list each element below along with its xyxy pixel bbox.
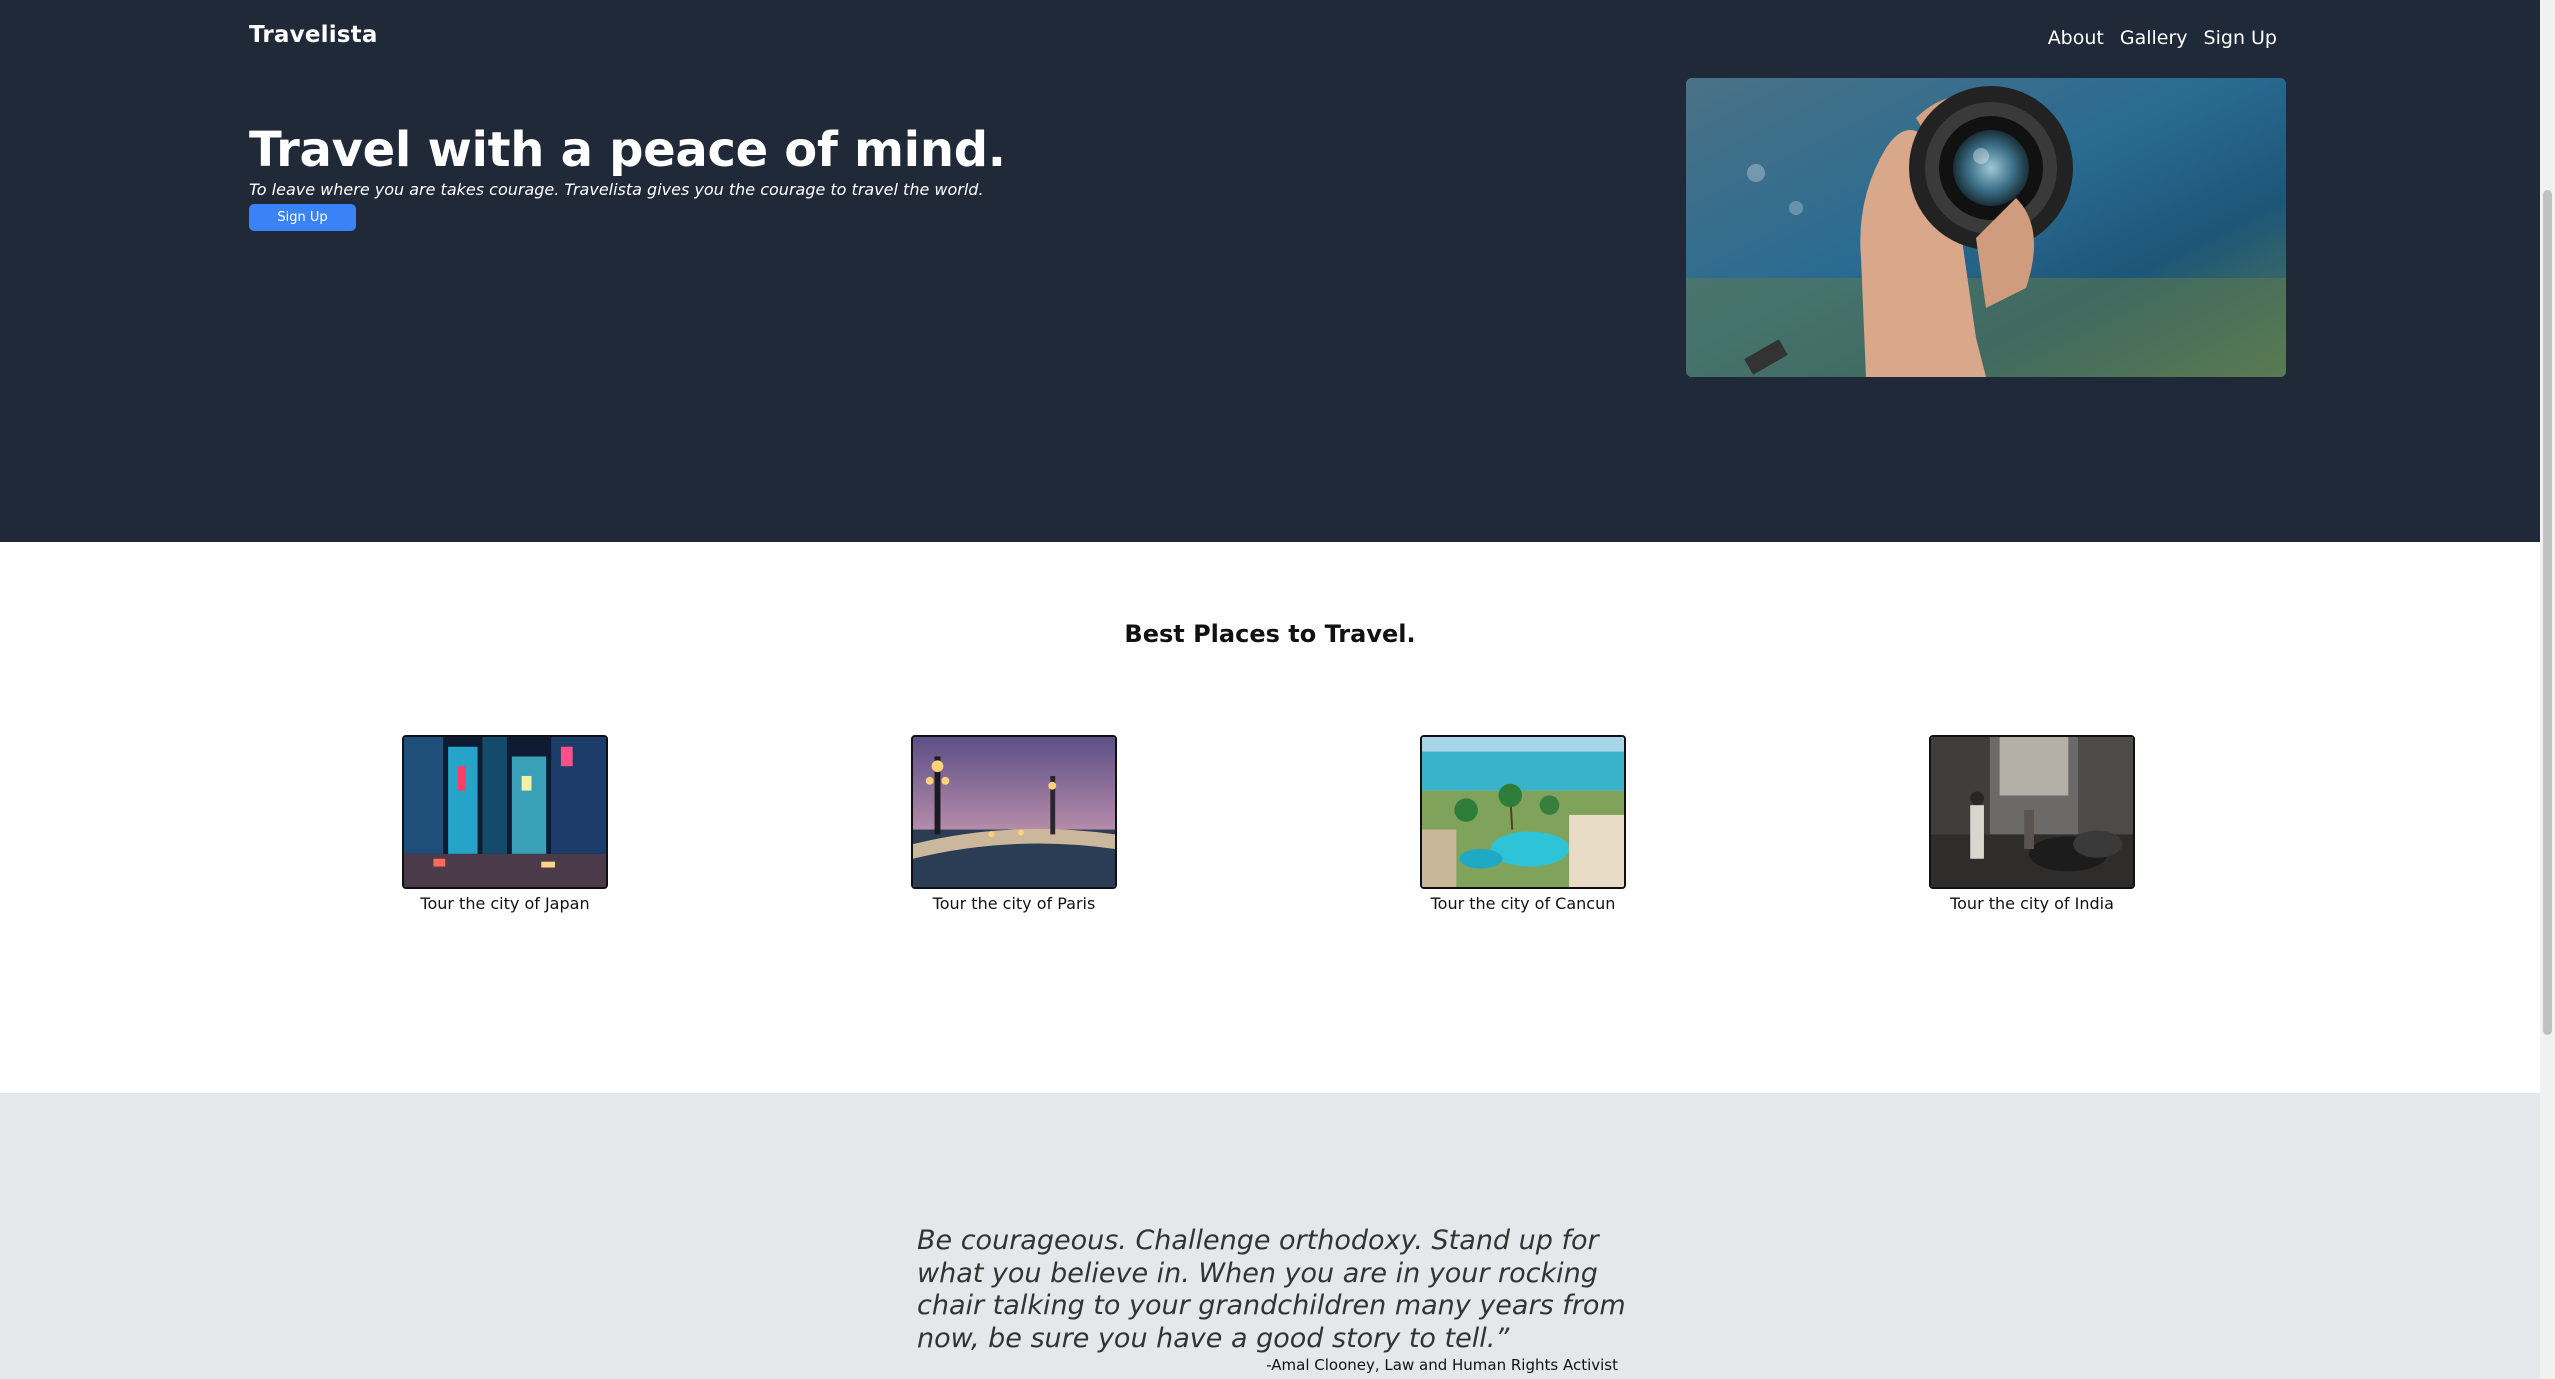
hero-lens-image: [1686, 78, 2286, 377]
india-image[interactable]: [1929, 735, 2135, 889]
hero-section: Travelista About Gallery Sign Up Travel …: [0, 0, 2540, 542]
cancun-image[interactable]: [1420, 735, 1626, 889]
hero-title: Travel with a peace of mind.: [249, 122, 1006, 178]
quote-text: Be courageous. Challenge orthodoxy. Stan…: [917, 1225, 1626, 1354]
paris-label: Tour the city of Paris: [932, 894, 1096, 913]
brand-logo[interactable]: Travelista: [249, 22, 378, 48]
hero-subtitle: To leave where you are takes courage. Tr…: [249, 180, 984, 199]
hero-signup-button[interactable]: Sign Up: [249, 204, 356, 231]
nav-gallery-link[interactable]: Gallery: [2120, 27, 2188, 49]
page: Travelista About Gallery Sign Up Travel …: [0, 0, 2555, 1379]
cancun-label: Tour the city of Cancun: [1430, 894, 1616, 913]
place-card-india[interactable]: Tour the city of India: [1929, 735, 2135, 913]
nav-signup-link[interactable]: Sign Up: [2204, 27, 2277, 49]
place-card-paris[interactable]: Tour the city of Paris: [911, 735, 1117, 913]
places-title: Best Places to Travel.: [1124, 620, 1416, 648]
quote-section: Be courageous. Challenge orthodoxy. Stan…: [0, 1093, 2540, 1379]
scrollbar-thumb[interactable]: [2543, 190, 2552, 1035]
vertical-scrollbar[interactable]: [2540, 0, 2555, 1379]
quote-author: -Amal Clooney, Law and Human Rights Acti…: [1266, 1356, 1618, 1374]
japan-image[interactable]: [402, 735, 608, 889]
place-card-japan[interactable]: Tour the city of Japan: [402, 735, 608, 913]
india-label: Tour the city of India: [1950, 894, 2114, 913]
places-section: Best Places to Travel. Tour the city of …: [0, 542, 2540, 1093]
nav-about-link[interactable]: About: [2048, 27, 2104, 49]
japan-label: Tour the city of Japan: [420, 894, 590, 913]
main-nav: About Gallery Sign Up: [2048, 27, 2277, 49]
paris-image[interactable]: [911, 735, 1117, 889]
place-card-cancun[interactable]: Tour the city of Cancun: [1420, 735, 1626, 913]
